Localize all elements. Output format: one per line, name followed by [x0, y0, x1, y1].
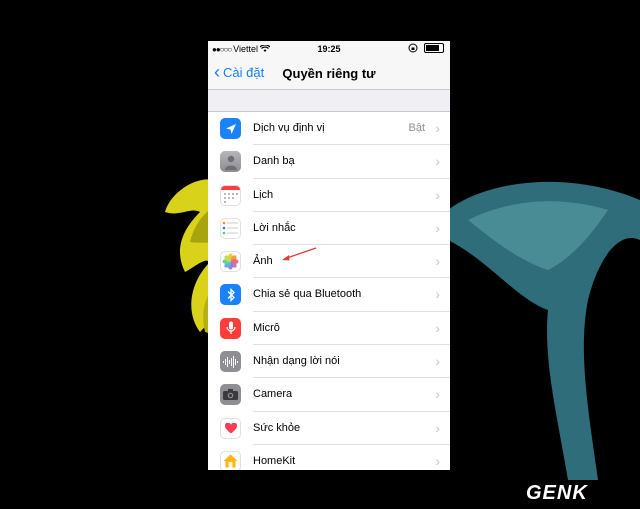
chevron-right-icon: ›	[435, 386, 440, 403]
camera-icon	[220, 384, 241, 406]
page-title: Quyền riêng tư	[282, 66, 376, 81]
list-item-value: Bật	[408, 122, 425, 134]
list-item-calendar[interactable]: Lịch ›	[208, 179, 450, 212]
list-item-microphone[interactable]: Micrô ›	[208, 312, 450, 346]
chevron-right-icon: ›	[435, 120, 440, 136]
contacts-icon	[220, 151, 241, 173]
bluetooth-icon	[220, 284, 241, 306]
chevron-right-icon: ›	[435, 253, 440, 270]
battery-icon	[424, 43, 444, 53]
list-item-health[interactable]: Sức khỏe ›	[208, 412, 450, 445]
list-item-homekit[interactable]: HomeKit ›	[208, 445, 450, 470]
reminders-icon	[220, 217, 241, 239]
chevron-right-icon: ›	[435, 353, 440, 370]
chevron-right-icon: ›	[435, 419, 440, 436]
calendar-icon	[220, 184, 241, 206]
homekit-icon	[220, 450, 241, 470]
list-item-speech-recognition[interactable]: Nhận dạng lời nói ›	[208, 345, 450, 379]
chevron-right-icon: ›	[435, 186, 440, 203]
list-item-label: Chia sẻ qua Bluetooth	[253, 288, 362, 301]
list-item-location-services[interactable]: Dịch vụ định vị Bật ›	[208, 112, 450, 146]
list-item-label: Lịch	[253, 188, 274, 201]
microphone-icon	[220, 317, 241, 339]
watermark-logo: GENK	[526, 482, 588, 504]
list-item-label: Sức khỏe	[253, 421, 301, 434]
navigation-bar: ‹ Cài đặt Quyền riêng tư	[208, 57, 450, 90]
chevron-right-icon: ›	[435, 153, 440, 170]
annotation-arrow-icon	[282, 247, 317, 261]
list-item-photos[interactable]: Ảnh ›	[208, 245, 450, 279]
list-item-camera[interactable]: Camera ›	[208, 378, 450, 412]
status-bar: ●●○○○ Viettel 19:25	[208, 41, 450, 57]
chevron-right-icon: ›	[435, 452, 440, 469]
list-item-label: Danh bạ	[253, 155, 295, 168]
list-item-contacts[interactable]: Danh bạ ›	[208, 145, 450, 179]
list-item-label: Ảnh	[253, 255, 273, 268]
photos-icon	[220, 251, 241, 273]
list-item-reminders[interactable]: Lời nhắc ›	[208, 212, 450, 246]
list-item-label: Lời nhắc	[253, 221, 296, 234]
location-icon	[220, 118, 241, 139]
phone-screen: ●●○○○ Viettel 19:25 ‹ Cài đặt Quyền riên…	[208, 41, 450, 470]
background-blue-petal	[448, 181, 640, 480]
list-item-label: Camera	[253, 388, 293, 401]
chevron-right-icon: ›	[435, 286, 440, 303]
speech-recognition-icon	[220, 351, 241, 373]
privacy-list: Dịch vụ định vị Bật › Danh bạ › Lịch › L…	[208, 111, 450, 470]
health-icon	[220, 417, 241, 439]
chevron-right-icon: ›	[435, 319, 440, 336]
list-item-bluetooth-sharing[interactable]: Chia sẻ qua Bluetooth ›	[208, 278, 450, 312]
list-item-label: Dịch vụ định vị	[253, 122, 325, 134]
rotation-lock-icon	[408, 43, 418, 53]
list-item-label: Nhận dạng lời nói	[253, 355, 340, 368]
chevron-right-icon: ›	[435, 219, 440, 236]
list-item-label: Micrô	[253, 321, 280, 334]
list-item-label: HomeKit	[253, 454, 296, 467]
